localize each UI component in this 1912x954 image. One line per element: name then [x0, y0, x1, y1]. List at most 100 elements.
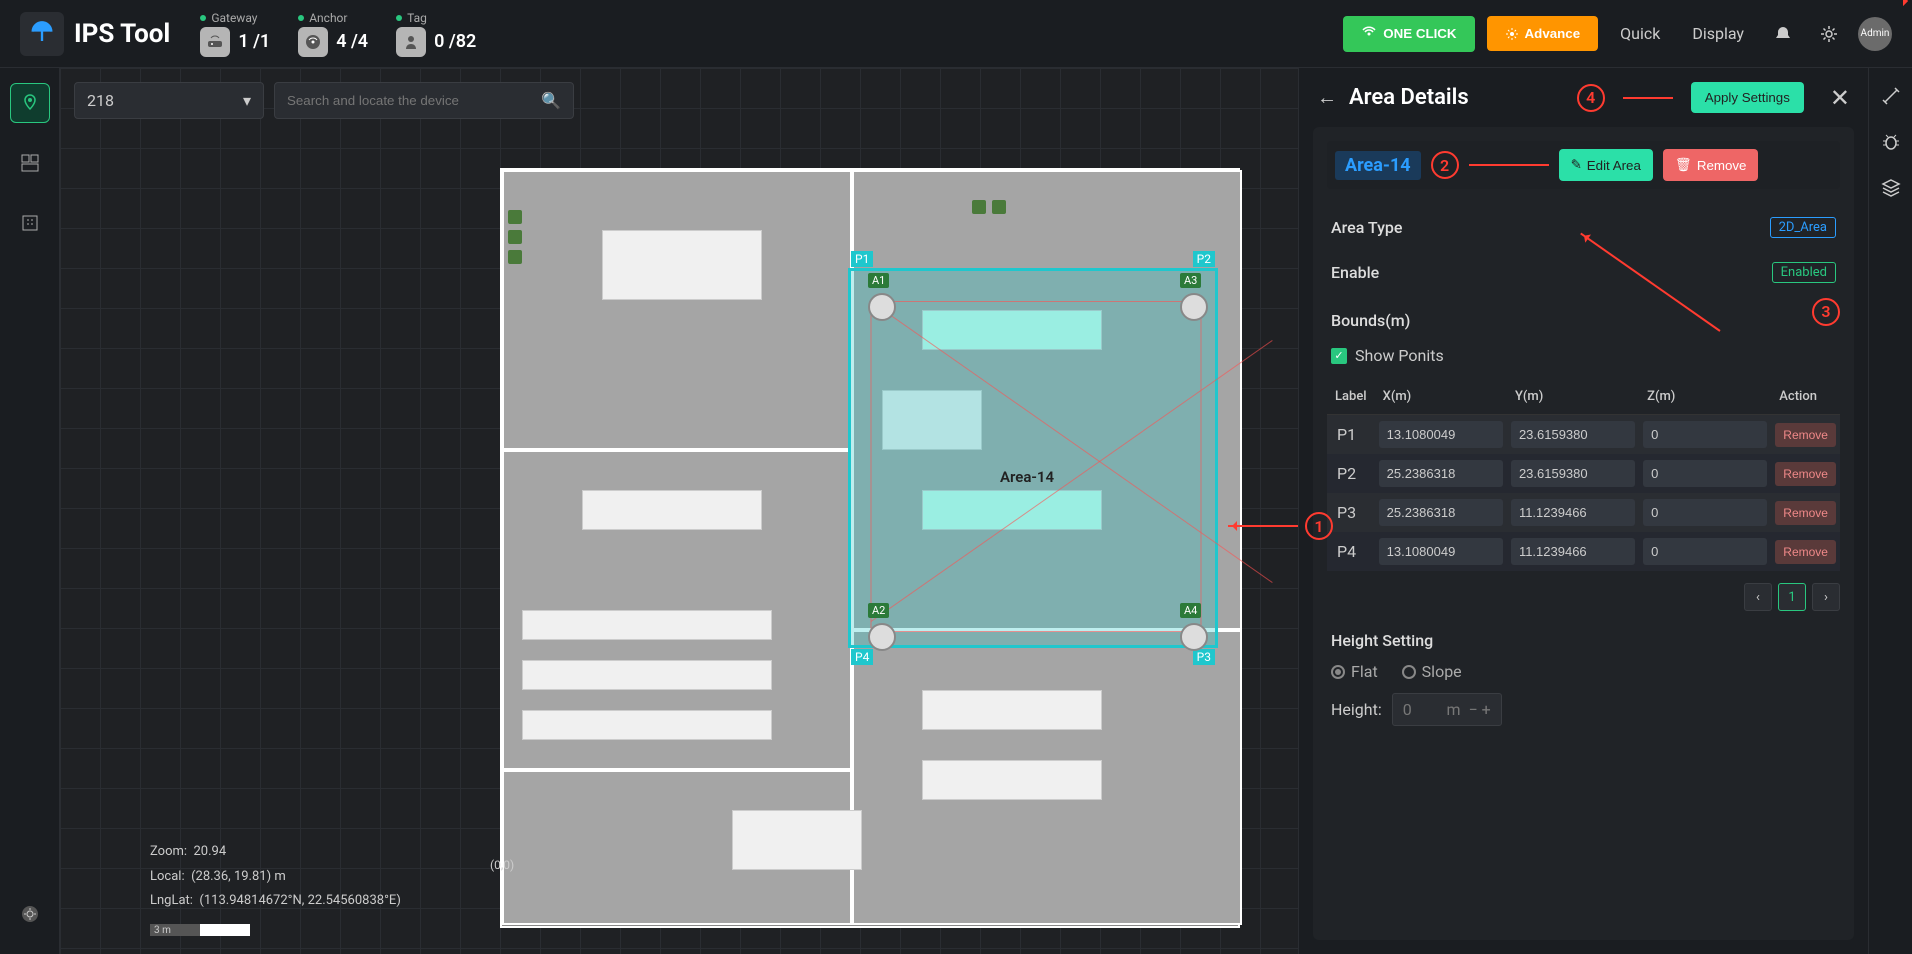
floor-dropdown[interactable]: 218 ▾ — [74, 82, 264, 119]
page-next-button[interactable]: › — [1812, 583, 1840, 611]
row-remove-button[interactable]: Remove — [1775, 501, 1836, 525]
logo: IPS Tool — [20, 12, 170, 56]
back-icon[interactable]: ← — [1317, 85, 1337, 110]
annotation-arrow-4 — [1623, 97, 1673, 99]
edit-area-button[interactable]: ✎ Edit Area — [1559, 149, 1653, 181]
left-nav-rail — [0, 68, 60, 954]
x-input[interactable] — [1379, 538, 1503, 565]
pencil-icon: ✎ — [1571, 157, 1582, 173]
app-name: IPS Tool — [74, 19, 170, 49]
x-input[interactable] — [1379, 421, 1503, 448]
debug-icon[interactable] — [1881, 132, 1901, 156]
nav-settings-icon[interactable] — [10, 894, 50, 934]
anchor-a4[interactable] — [1180, 623, 1208, 651]
z-input[interactable] — [1643, 421, 1767, 448]
annotation-2: 2 — [1431, 151, 1459, 179]
logo-icon — [20, 12, 64, 56]
corner-p4: P4 — [851, 649, 873, 665]
remove-area-button[interactable]: 🗑 Remove — [1663, 149, 1759, 181]
x-input[interactable] — [1379, 460, 1503, 487]
area-type-label: Area Type — [1331, 218, 1402, 237]
close-icon[interactable]: ✕ — [1830, 84, 1850, 112]
stat-tag: Tag 0 /82 — [396, 11, 476, 57]
table-row: P4Remove — [1327, 532, 1840, 571]
points-table: Label X(m) Y(m) Z(m) Action P1RemoveP2Re… — [1327, 379, 1840, 571]
area-name-label: Area-14 — [1000, 468, 1054, 486]
display-link[interactable]: Display — [1682, 18, 1754, 49]
quick-link[interactable]: Quick — [1610, 18, 1670, 49]
corner-p1: P1 — [851, 251, 873, 267]
z-input[interactable] — [1643, 499, 1767, 526]
y-input[interactable] — [1511, 499, 1635, 526]
radio-slope[interactable]: Slope — [1402, 662, 1462, 681]
row-remove-button[interactable]: Remove — [1775, 423, 1836, 447]
table-row: P2Remove — [1327, 454, 1840, 493]
status-dot-icon — [200, 15, 206, 21]
nav-dashboard-icon[interactable] — [10, 143, 50, 183]
page-number[interactable]: 1 — [1778, 583, 1806, 611]
radio-flat[interactable]: Flat — [1331, 662, 1378, 681]
anchor-icon — [298, 27, 328, 57]
height-setting-label: Height Setting — [1331, 631, 1836, 650]
y-input[interactable] — [1511, 421, 1635, 448]
one-click-button[interactable]: ONE CLICK — [1343, 16, 1474, 52]
z-input[interactable] — [1643, 538, 1767, 565]
stat-gateway: Gateway 1 /1 — [200, 11, 270, 57]
settings-icon[interactable] — [1812, 17, 1846, 51]
show-points-label: Show Ponits — [1355, 346, 1444, 365]
area-overlay[interactable]: P1 P2 P3 P4 — [848, 268, 1218, 648]
bounds-label: Bounds(m) — [1331, 311, 1410, 330]
y-input[interactable] — [1511, 460, 1635, 487]
gear-icon — [1505, 27, 1519, 41]
height-label: Height: — [1331, 700, 1382, 719]
right-tool-rail — [1868, 68, 1912, 954]
scale-bar: 3 m — [150, 924, 250, 936]
y-input[interactable] — [1511, 538, 1635, 565]
gateway-icon — [200, 27, 230, 57]
tools-icon[interactable] — [1881, 86, 1901, 110]
status-dot-icon — [396, 15, 402, 21]
broadcast-icon — [1361, 26, 1377, 42]
x-input[interactable] — [1379, 499, 1503, 526]
show-points-checkbox[interactable]: ✓ — [1331, 348, 1347, 364]
row-remove-button[interactable]: Remove — [1775, 462, 1836, 486]
anchor-a1[interactable] — [868, 293, 896, 321]
radio-icon — [1402, 665, 1416, 679]
origin-label: (0,0) — [490, 858, 514, 872]
radio-icon — [1331, 665, 1345, 679]
chevron-down-icon: ▾ — [243, 91, 251, 110]
anchor-a3[interactable] — [1180, 293, 1208, 321]
anchor-a2[interactable] — [868, 623, 896, 651]
apply-settings-button[interactable]: Apply Settings — [1691, 82, 1804, 113]
corner-p2: P2 — [1193, 251, 1215, 267]
row-remove-button[interactable]: Remove — [1775, 540, 1836, 564]
corner-p3: P3 — [1193, 649, 1215, 665]
area-tag: Area-14 — [1335, 151, 1421, 180]
table-row: P1Remove — [1327, 415, 1840, 455]
nav-map-icon[interactable] — [10, 83, 50, 123]
trash-icon: 🗑 — [1675, 157, 1692, 173]
area-type-value: 2D_Area — [1770, 217, 1836, 238]
layers-icon[interactable] — [1881, 178, 1901, 202]
annotation-arrow-2 — [1469, 164, 1549, 166]
annotation-4: 4 — [1577, 84, 1605, 112]
z-input[interactable] — [1643, 460, 1767, 487]
enable-value: Enabled — [1772, 262, 1836, 283]
app-header: IPS Tool Gateway 1 /1 Anchor 4 /4 Tag — [0, 0, 1912, 68]
stat-anchor: Anchor 4 /4 — [298, 11, 368, 57]
map-canvas[interactable]: 218 ▾ 🔍 — [60, 68, 1298, 954]
area-details-panel: ← Area Details 4 Apply Settings ✕ Area-1… — [1298, 68, 1868, 954]
annotation-3: 3 — [1812, 298, 1840, 326]
page-prev-button[interactable]: ‹ — [1744, 583, 1772, 611]
notification-icon[interactable] — [1766, 17, 1800, 51]
annotation-arrow-1 — [1228, 525, 1298, 527]
annotation-1: 1 — [1305, 512, 1333, 540]
nav-building-icon[interactable] — [10, 203, 50, 243]
table-row: P3Remove — [1327, 493, 1840, 532]
panel-title: Area Details — [1349, 85, 1565, 110]
user-avatar[interactable]: Admin — [1858, 17, 1892, 51]
height-input[interactable]: 0 m − + — [1392, 693, 1502, 726]
advance-button[interactable]: Advance — [1487, 16, 1599, 51]
search-icon: 🔍 — [541, 91, 561, 110]
search-input[interactable]: 🔍 — [274, 82, 574, 119]
